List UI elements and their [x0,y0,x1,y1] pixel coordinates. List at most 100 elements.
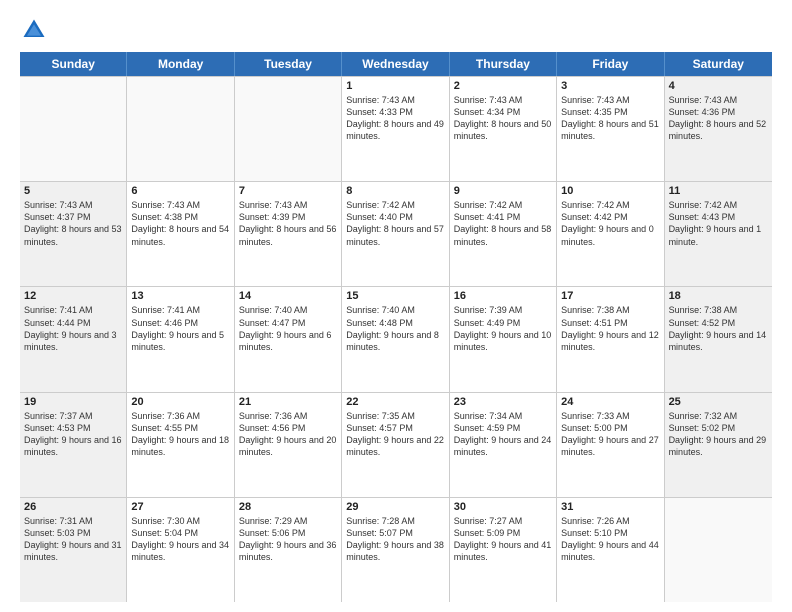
day-number: 9 [454,185,552,197]
day-cell: 8 Sunrise: 7:42 AM Sunset: 4:40 PM Daylig… [342,182,449,286]
day-info: Sunrise: 7:33 AM Sunset: 5:00 PM Dayligh… [561,410,659,459]
day-info: Sunrise: 7:35 AM Sunset: 4:57 PM Dayligh… [346,410,444,459]
weekday-header: Tuesday [235,52,342,76]
day-info: Sunrise: 7:36 AM Sunset: 4:56 PM Dayligh… [239,410,337,459]
day-number: 3 [561,80,659,92]
day-info: Sunrise: 7:43 AM Sunset: 4:38 PM Dayligh… [131,199,229,248]
empty-cell [235,77,342,181]
day-number: 13 [131,290,229,302]
day-cell: 22Sunrise: 7:35 AM Sunset: 4:57 PM Dayli… [342,393,449,497]
day-cell: 5 Sunrise: 7:43 AM Sunset: 4:37 PM Daylig… [20,182,127,286]
day-info: Sunrise: 7:42 AM Sunset: 4:43 PM Dayligh… [669,199,768,248]
day-info: Sunrise: 7:43 AM Sunset: 4:37 PM Dayligh… [24,199,122,248]
calendar: SundayMondayTuesdayWednesdayThursdayFrid… [20,52,772,602]
day-cell: 10Sunrise: 7:42 AM Sunset: 4:42 PM Dayli… [557,182,664,286]
calendar-week: 5 Sunrise: 7:43 AM Sunset: 4:37 PM Daylig… [20,181,772,286]
day-number: 18 [669,290,768,302]
day-cell: 20 Sunrise: 7:36 AM Sunset: 4:55 PM Dayli… [127,393,234,497]
day-cell: 13 Sunrise: 7:41 AM Sunset: 4:46 PM Dayli… [127,287,234,391]
weekday-header: Wednesday [342,52,449,76]
day-info: Sunrise: 7:38 AM Sunset: 4:52 PM Dayligh… [669,304,768,353]
day-info: Sunrise: 7:27 AM Sunset: 5:09 PM Dayligh… [454,515,552,564]
day-number: 30 [454,501,552,513]
day-number: 28 [239,501,337,513]
day-number: 23 [454,396,552,408]
day-cell: 21 Sunrise: 7:36 AM Sunset: 4:56 PM Dayli… [235,393,342,497]
empty-cell [20,77,127,181]
day-number: 8 [346,185,444,197]
calendar-week: 12 Sunrise: 7:41 AM Sunset: 4:44 PM Dayli… [20,286,772,391]
day-cell: 19 Sunrise: 7:37 AM Sunset: 4:53 PM Dayli… [20,393,127,497]
day-number: 29 [346,501,444,513]
page: SundayMondayTuesdayWednesdayThursdayFrid… [0,0,792,612]
day-cell: 18 Sunrise: 7:38 AM Sunset: 4:52 PM Dayli… [665,287,772,391]
calendar-week: 1 Sunrise: 7:43 AM Sunset: 4:33 PM Daylig… [20,76,772,181]
day-number: 19 [24,396,122,408]
day-info: Sunrise: 7:42 AM Sunset: 4:40 PM Dayligh… [346,199,444,248]
day-cell: 31 Sunrise: 7:26 AM Sunset: 5:10 PM Dayli… [557,498,664,602]
day-number: 11 [669,185,768,197]
day-info: Sunrise: 7:32 AM Sunset: 5:02 PM Dayligh… [669,410,768,459]
weekday-header: Thursday [450,52,557,76]
day-info: Sunrise: 7:34 AM Sunset: 4:59 PM Dayligh… [454,410,552,459]
day-cell: 28Sunrise: 7:29 AM Sunset: 5:06 PM Dayli… [235,498,342,602]
day-number: 24 [561,396,659,408]
day-cell: 4Sunrise: 7:43 AM Sunset: 4:36 PM Daylig… [665,77,772,181]
day-number: 1 [346,80,444,92]
day-info: Sunrise: 7:40 AM Sunset: 4:48 PM Dayligh… [346,304,444,353]
day-cell: 12 Sunrise: 7:41 AM Sunset: 4:44 PM Dayli… [20,287,127,391]
day-info: Sunrise: 7:28 AM Sunset: 5:07 PM Dayligh… [346,515,444,564]
day-info: Sunrise: 7:41 AM Sunset: 4:46 PM Dayligh… [131,304,229,353]
day-cell: 17 Sunrise: 7:38 AM Sunset: 4:51 PM Dayli… [557,287,664,391]
weekday-header: Sunday [20,52,127,76]
logo-icon [20,16,48,44]
day-info: Sunrise: 7:38 AM Sunset: 4:51 PM Dayligh… [561,304,659,353]
day-number: 12 [24,290,122,302]
header [20,16,772,44]
day-number: 21 [239,396,337,408]
day-info: Sunrise: 7:43 AM Sunset: 4:33 PM Dayligh… [346,94,444,143]
day-cell: 3 Sunrise: 7:43 AM Sunset: 4:35 PM Daylig… [557,77,664,181]
day-info: Sunrise: 7:37 AM Sunset: 4:53 PM Dayligh… [24,410,122,459]
day-number: 20 [131,396,229,408]
day-cell: 25 Sunrise: 7:32 AM Sunset: 5:02 PM Dayli… [665,393,772,497]
day-cell: 30 Sunrise: 7:27 AM Sunset: 5:09 PM Dayli… [450,498,557,602]
day-cell: 1 Sunrise: 7:43 AM Sunset: 4:33 PM Daylig… [342,77,449,181]
day-cell: 26Sunrise: 7:31 AM Sunset: 5:03 PM Dayli… [20,498,127,602]
day-cell: 16Sunrise: 7:39 AM Sunset: 4:49 PM Dayli… [450,287,557,391]
day-number: 15 [346,290,444,302]
calendar-week: 19 Sunrise: 7:37 AM Sunset: 4:53 PM Dayli… [20,392,772,497]
day-cell: 9Sunrise: 7:42 AM Sunset: 4:41 PM Daylig… [450,182,557,286]
day-number: 17 [561,290,659,302]
empty-cell [665,498,772,602]
day-number: 27 [131,501,229,513]
day-number: 7 [239,185,337,197]
day-number: 4 [669,80,768,92]
day-number: 25 [669,396,768,408]
day-info: Sunrise: 7:26 AM Sunset: 5:10 PM Dayligh… [561,515,659,564]
day-info: Sunrise: 7:36 AM Sunset: 4:55 PM Dayligh… [131,410,229,459]
day-number: 31 [561,501,659,513]
day-cell: 27 Sunrise: 7:30 AM Sunset: 5:04 PM Dayli… [127,498,234,602]
day-info: Sunrise: 7:42 AM Sunset: 4:42 PM Dayligh… [561,199,659,248]
weekday-header: Friday [557,52,664,76]
day-cell: 2 Sunrise: 7:43 AM Sunset: 4:34 PM Daylig… [450,77,557,181]
day-info: Sunrise: 7:43 AM Sunset: 4:35 PM Dayligh… [561,94,659,143]
day-info: Sunrise: 7:41 AM Sunset: 4:44 PM Dayligh… [24,304,122,353]
day-info: Sunrise: 7:43 AM Sunset: 4:34 PM Dayligh… [454,94,552,143]
day-info: Sunrise: 7:40 AM Sunset: 4:47 PM Dayligh… [239,304,337,353]
day-cell: 23 Sunrise: 7:34 AM Sunset: 4:59 PM Dayli… [450,393,557,497]
day-number: 6 [131,185,229,197]
day-cell: 6 Sunrise: 7:43 AM Sunset: 4:38 PM Daylig… [127,182,234,286]
day-number: 2 [454,80,552,92]
weekday-header: Monday [127,52,234,76]
empty-cell [127,77,234,181]
day-number: 5 [24,185,122,197]
day-number: 26 [24,501,122,513]
day-cell: 14Sunrise: 7:40 AM Sunset: 4:47 PM Dayli… [235,287,342,391]
day-cell: 29 Sunrise: 7:28 AM Sunset: 5:07 PM Dayli… [342,498,449,602]
day-cell: 15 Sunrise: 7:40 AM Sunset: 4:48 PM Dayli… [342,287,449,391]
day-cell: 7Sunrise: 7:43 AM Sunset: 4:39 PM Daylig… [235,182,342,286]
logo [20,16,52,44]
day-info: Sunrise: 7:30 AM Sunset: 5:04 PM Dayligh… [131,515,229,564]
